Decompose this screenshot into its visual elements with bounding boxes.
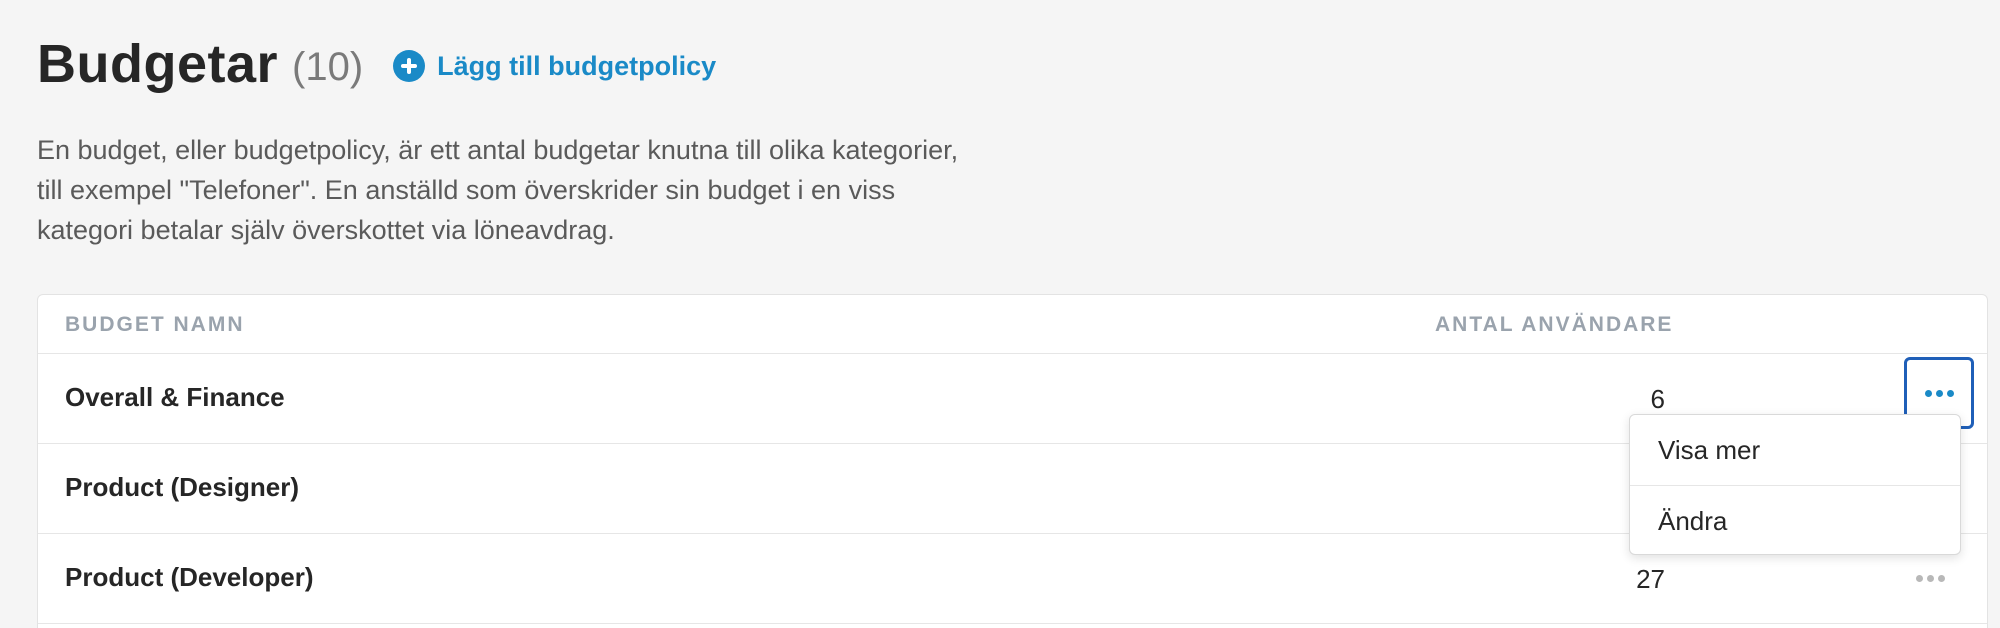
user-count: 27 <box>1636 564 1665 594</box>
add-budget-policy-label: Lägg till budgetpolicy <box>437 50 717 81</box>
column-header-name: BUDGET NAMN <box>65 313 245 336</box>
plus-circle-icon <box>393 50 426 82</box>
description-line: En budget, eller budgetpolicy, är ett an… <box>37 135 959 165</box>
user-count: 6 <box>1650 384 1665 414</box>
column-header-users: ANTAL ANVÄNDARE <box>1435 313 1674 336</box>
budgets-page: Budgetar (10) Lägg till budgetpolicy En … <box>0 0 2000 628</box>
budget-name: Product (Designer) <box>65 472 300 502</box>
page-description: En budget, eller budgetpolicy, är ett an… <box>37 130 1037 250</box>
budget-name: Overall & Finance <box>65 382 285 412</box>
menu-item-edit[interactable]: Ändra <box>1630 485 1960 556</box>
add-budget-policy-button[interactable]: Lägg till budgetpolicy <box>393 50 716 82</box>
ellipsis-icon <box>1924 389 1954 397</box>
menu-item-show-more[interactable]: Visa mer <box>1630 415 1960 485</box>
page-title: Budgetar <box>37 34 279 94</box>
row-actions-menu: Visa mer Ändra <box>1629 414 1961 555</box>
budget-name: Product (Developer) <box>65 562 314 592</box>
ellipsis-icon <box>1915 574 1945 582</box>
description-line: kategori betalar själv överskottet via l… <box>37 215 615 245</box>
description-line: till exempel "Telefoner". En anställd so… <box>37 175 896 205</box>
budget-count: (10) <box>292 44 364 89</box>
page-header: Budgetar (10) Lägg till budgetpolicy <box>37 28 716 100</box>
table-header: BUDGET NAMN ANTAL ANVÄNDARE <box>38 295 1987 354</box>
more-options-button[interactable] <box>1903 553 1957 603</box>
